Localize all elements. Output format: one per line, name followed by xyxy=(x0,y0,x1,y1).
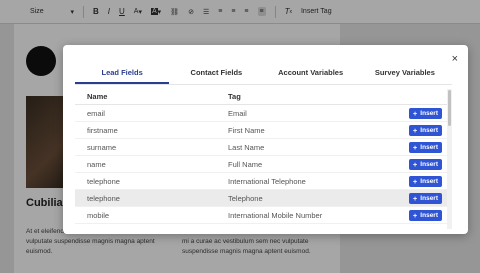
field-name: mobile xyxy=(87,210,110,220)
insert-label: Insert xyxy=(420,109,438,117)
plus-icon: + xyxy=(412,125,418,135)
insert-button[interactable]: + Insert xyxy=(408,175,442,187)
field-tag: Last Name xyxy=(228,142,265,152)
insert-label: Insert xyxy=(420,211,438,219)
close-icon[interactable]: × xyxy=(452,53,458,65)
field-tag: Full Name xyxy=(228,159,263,169)
table-row: mobile International Mobile Number + Inse… xyxy=(75,207,452,224)
field-name: telephone xyxy=(87,193,120,203)
insert-button[interactable]: + Insert xyxy=(408,124,442,136)
insert-button[interactable]: + Insert xyxy=(408,192,442,204)
column-header-tag: Tag xyxy=(228,92,241,101)
table-row: surname Last Name + Insert xyxy=(75,139,452,156)
insert-label: Insert xyxy=(420,126,438,134)
insert-button[interactable]: + Insert xyxy=(408,209,442,221)
plus-icon: + xyxy=(412,108,418,118)
plus-icon: + xyxy=(412,142,418,152)
field-name: firstname xyxy=(87,125,118,135)
insert-tag-modal: × Lead Fields Contact Fields Account Var… xyxy=(63,45,468,234)
insert-label: Insert xyxy=(420,194,438,202)
field-tag: International Mobile Number xyxy=(228,210,323,220)
field-tag: Email xyxy=(228,108,247,118)
tab-account-variables[interactable]: Account Variables xyxy=(264,67,358,84)
table-row: telephone International Telephone + Inser… xyxy=(75,173,452,190)
field-name: telephone xyxy=(87,176,120,186)
insert-button[interactable]: + Insert xyxy=(408,141,442,153)
column-header-name: Name xyxy=(87,92,108,101)
plus-icon: + xyxy=(412,176,418,186)
plus-icon: + xyxy=(412,210,418,220)
field-tag: International Telephone xyxy=(228,176,306,186)
plus-icon: + xyxy=(412,159,418,169)
insert-label: Insert xyxy=(420,177,438,185)
tab-lead-fields[interactable]: Lead Fields xyxy=(75,67,170,84)
insert-button[interactable]: + Insert xyxy=(408,158,442,170)
field-name: surname xyxy=(87,142,117,152)
plus-icon: + xyxy=(412,193,418,203)
insert-label: Insert xyxy=(420,143,438,151)
insert-label: Insert xyxy=(420,160,438,168)
tab-bar: Lead Fields Contact Fields Account Varia… xyxy=(75,67,452,85)
insert-button[interactable]: + Insert xyxy=(408,107,442,119)
table-row: firstname First Name + Insert xyxy=(75,122,452,139)
field-tag: First Name xyxy=(228,125,265,135)
table-row: email Email + Insert xyxy=(75,105,452,122)
table-header: Name Tag xyxy=(75,89,452,105)
field-name: email xyxy=(87,108,105,118)
table-row: name Full Name + Insert xyxy=(75,156,452,173)
fields-table: Name Tag email Email + Insert firstname F… xyxy=(75,89,452,229)
field-tag: Telephone xyxy=(228,193,263,203)
table-row-highlighted: telephone Telephone + Insert xyxy=(75,190,452,207)
tab-survey-variables[interactable]: Survey Variables xyxy=(358,67,452,84)
field-name: name xyxy=(87,159,106,169)
tab-contact-fields[interactable]: Contact Fields xyxy=(169,67,263,84)
scrollbar-thumb[interactable] xyxy=(448,90,451,126)
